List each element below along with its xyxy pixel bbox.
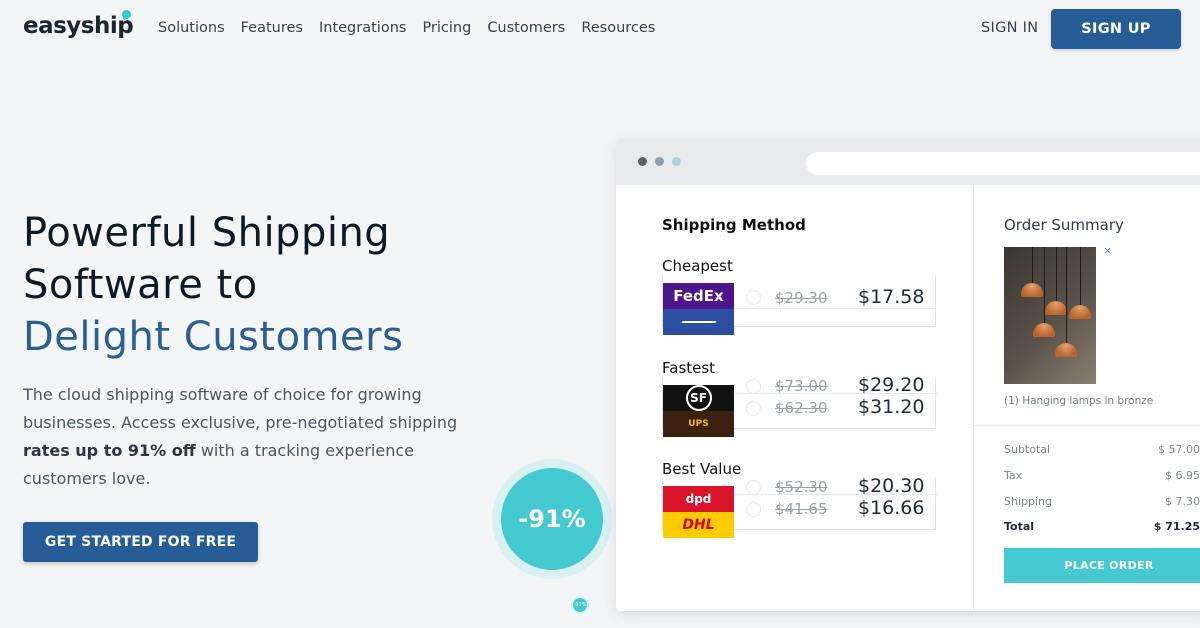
summary-tax: Tax $ 6.95 (1004, 469, 1200, 482)
row-divider (735, 308, 937, 309)
rate-card: dpd DHL $52.30 $20.30 $41.65 $16.66 (662, 475, 937, 538)
shipping-method-title: Shipping Method (662, 216, 806, 234)
summary-label: Total (1004, 520, 1035, 533)
headline-line-2: Software to (23, 262, 258, 308)
lamp-cord (1056, 247, 1057, 303)
summary-value: $ 71.25 (1153, 520, 1200, 533)
nav-link-customers[interactable]: Customers (487, 20, 565, 36)
usps-logo-icon (663, 309, 734, 335)
lamp-shade (1069, 305, 1091, 319)
sign-in-link[interactable]: SIGN IN (981, 20, 1038, 36)
nav-link-solutions[interactable]: Solutions (158, 20, 225, 36)
fedex-logo-icon: FedEx (663, 283, 734, 309)
nav-link-resources[interactable]: Resources (581, 20, 655, 36)
lamp-shade (1033, 323, 1055, 337)
rate-group-best-value: Best Value dpd DHL $52.30 $20.30 $41.65 … (662, 460, 937, 540)
rate-group-fastest: Fastest SF UPS $73.00 $29.20 $62.30 $31.… (662, 359, 937, 439)
dhl-logo-icon: DHL (663, 512, 734, 538)
summary-value: $ 6.95 (1165, 469, 1200, 482)
place-order-button[interactable]: PLACE ORDER (1004, 548, 1200, 583)
item-caption: (1) Hanging lamps in bronze (1004, 395, 1154, 407)
new-price: $16.66 (858, 497, 925, 519)
summary-value: $ 57.00 (1158, 443, 1200, 456)
sign-up-button[interactable]: SIGN UP (1051, 9, 1181, 49)
old-price: $41.65 (775, 500, 828, 518)
new-price: $31.20 (858, 396, 925, 418)
browser-bar (616, 139, 1200, 185)
group-label: Best Value (662, 460, 742, 478)
rate-radio[interactable] (746, 379, 761, 394)
hero-subtext: The cloud shipping software of choice fo… (23, 381, 493, 493)
ups-logo-text: UPS (688, 419, 709, 429)
summary-shipping: Shipping $ 7.30 (1004, 495, 1200, 508)
group-label: Cheapest (662, 257, 733, 275)
headline-line-1: Powerful Shipping (23, 210, 391, 256)
nav-link-features[interactable]: Features (241, 20, 303, 36)
hanging-lamps-image (1004, 247, 1096, 384)
window-dot-icon (672, 157, 681, 166)
summary-subtotal: Subtotal $ 57.00 (1004, 443, 1200, 456)
sf-logo-text: SF (685, 385, 712, 411)
mini-discount-badge: -91% (571, 596, 589, 614)
rate-radio[interactable] (746, 290, 761, 305)
lamp-cord (1032, 247, 1033, 285)
dpd-logo-text: dpd (685, 492, 712, 506)
rate-radio[interactable] (746, 480, 761, 495)
lamp-cord (1044, 247, 1045, 325)
old-price: $62.30 (775, 399, 828, 417)
easyship-logo[interactable]: easyship (23, 8, 134, 39)
ups-logo-icon: UPS (663, 411, 734, 437)
rate-card: SF UPS $73.00 $29.20 $62.30 $31.20 (662, 374, 937, 437)
get-started-button[interactable]: GET STARTED FOR FREE (23, 522, 258, 562)
group-label: Fastest (662, 359, 716, 377)
new-price: $17.58 (858, 286, 925, 308)
rate-radio[interactable] (746, 401, 761, 416)
discount-badge: -91% (501, 468, 603, 570)
panel-divider (973, 185, 974, 611)
row-divider (735, 393, 937, 394)
old-price: $29.30 (775, 289, 828, 307)
top-nav: easyship Solutions Features Integrations… (0, 0, 1200, 58)
window-dot-icon (638, 157, 647, 166)
nav-link-pricing[interactable]: Pricing (422, 20, 471, 36)
rate-card: FedEx $29.30 $17.58 (662, 275, 937, 335)
subtext-bold: rates up to 91% off (23, 441, 196, 460)
logo-text: easyship (23, 13, 134, 39)
summary-label: Shipping (1004, 495, 1052, 508)
summary-total: Total $ 71.25 (1004, 520, 1200, 533)
checkout-mockup: Shipping Method Cheapest FedEx $29.30 $1… (616, 139, 1200, 611)
lamp-shade (1055, 343, 1077, 357)
rate-group-cheapest: Cheapest FedEx $29.30 $17.58 (662, 257, 937, 337)
lamp-cord (1080, 247, 1081, 307)
hero-headline: Powerful Shipping Software to Delight Cu… (23, 207, 403, 363)
lamp-shade (1045, 301, 1067, 315)
nav-link-integrations[interactable]: Integrations (319, 20, 406, 36)
fedex-logo-text: FedEx (673, 287, 724, 305)
lamp-cord (1066, 247, 1067, 345)
window-dot-icon (655, 157, 664, 166)
rate-radio[interactable] (746, 502, 761, 517)
address-bar (806, 152, 1200, 175)
nav-links: Solutions Features Integrations Pricing … (158, 20, 671, 36)
summary-value: $ 7.30 (1165, 495, 1200, 508)
remove-item-icon[interactable]: × (1103, 244, 1112, 257)
usps-eagle-shape (680, 321, 717, 323)
order-summary-title: Order Summary (1004, 216, 1124, 234)
dpd-logo-icon: dpd (663, 486, 734, 512)
row-divider (735, 494, 937, 495)
lamp-shade (1021, 283, 1043, 297)
headline-accent: Delight Customers (23, 314, 404, 360)
sf-express-logo-icon: SF (663, 385, 734, 411)
summary-label: Subtotal (1004, 443, 1051, 456)
summary-label: Tax (1004, 469, 1023, 482)
summary-divider (974, 425, 1200, 426)
subtext-pre: The cloud shipping software of choice fo… (23, 385, 458, 432)
dhl-logo-text: DHL (682, 517, 715, 533)
